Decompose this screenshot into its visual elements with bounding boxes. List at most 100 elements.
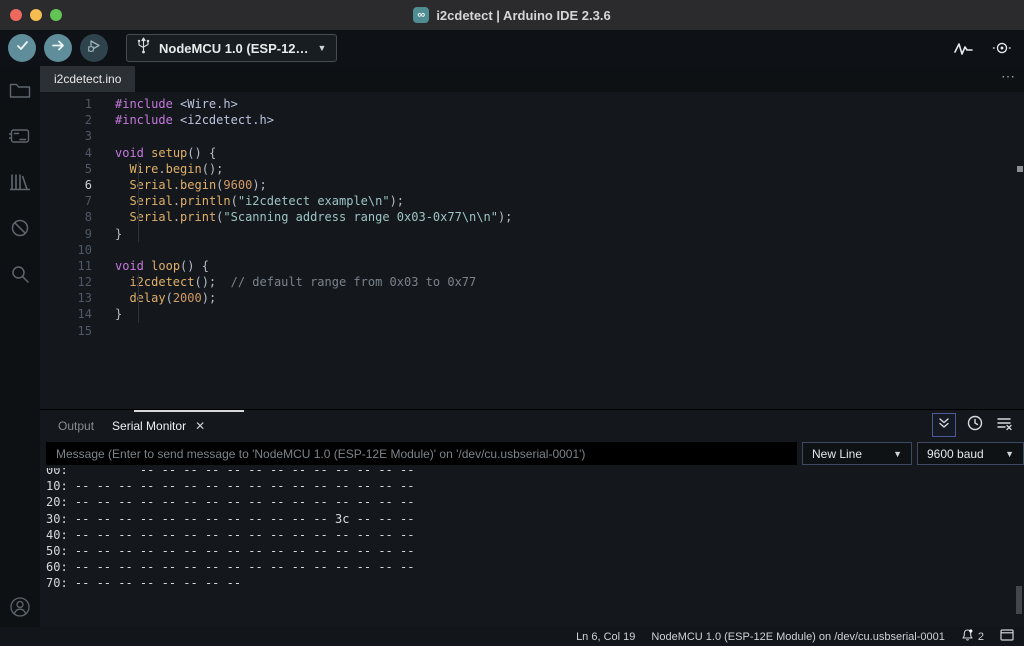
traffic-lights bbox=[10, 9, 62, 21]
upload-button[interactable] bbox=[44, 34, 72, 62]
line-number: 7 bbox=[40, 193, 115, 209]
check-icon bbox=[15, 38, 30, 58]
autoscroll-toggle[interactable] bbox=[932, 413, 956, 437]
serial-message-input[interactable] bbox=[46, 442, 797, 465]
toolbar: NodeMCU 1.0 (ESP-12… ▼ bbox=[0, 30, 1024, 66]
close-icon[interactable]: ✕ bbox=[195, 419, 205, 433]
serial-output-line: 10: -- -- -- -- -- -- -- -- -- -- -- -- … bbox=[46, 478, 1024, 494]
code-line[interactable]: 1#include <Wire.h> bbox=[40, 96, 1024, 112]
line-ending-value: New Line bbox=[812, 447, 862, 461]
indent-guide bbox=[138, 161, 139, 242]
cursor-position[interactable]: Ln 6, Col 19 bbox=[576, 631, 635, 643]
code-editor[interactable]: 1#include <Wire.h>2#include <i2cdetect.h… bbox=[40, 92, 1024, 409]
debug-button[interactable] bbox=[80, 34, 108, 62]
serial-plotter-button[interactable] bbox=[954, 38, 974, 58]
line-number: 3 bbox=[40, 128, 115, 144]
line-number: 12 bbox=[40, 274, 115, 290]
baud-rate-dropdown[interactable]: 9600 baud ▼ bbox=[917, 442, 1024, 465]
line-number: 10 bbox=[40, 242, 115, 258]
code-line[interactable]: 7 Serial.println("i2cdetect example\n"); bbox=[40, 193, 1024, 209]
serial-output-line: 60: -- -- -- -- -- -- -- -- -- -- -- -- … bbox=[46, 559, 1024, 575]
double-chevron-down-icon bbox=[937, 416, 951, 435]
code-line[interactable]: 12 i2cdetect(); // default range from 0x… bbox=[40, 274, 1024, 290]
serial-monitor-output[interactable]: 00: -- -- -- -- -- -- -- -- -- -- -- -- … bbox=[40, 468, 1024, 627]
notification-count: 2 bbox=[978, 631, 984, 643]
verify-button[interactable] bbox=[8, 34, 36, 62]
zoom-window-button[interactable] bbox=[50, 9, 62, 21]
search-icon[interactable] bbox=[8, 262, 32, 286]
titlebar: ∞ i2cdetect | Arduino IDE 2.3.6 bbox=[0, 0, 1024, 30]
bell-icon bbox=[961, 628, 974, 646]
baud-rate-value: 9600 baud bbox=[927, 447, 984, 461]
serial-monitor-tab-label: Serial Monitor bbox=[112, 419, 186, 433]
code-line[interactable]: 9} bbox=[40, 226, 1024, 242]
arduino-app-icon: ∞ bbox=[413, 7, 429, 23]
clock-icon bbox=[967, 415, 983, 436]
minimize-window-button[interactable] bbox=[30, 9, 42, 21]
window-title: i2cdetect | Arduino IDE 2.3.6 bbox=[436, 8, 610, 23]
boards-manager-icon[interactable] bbox=[8, 124, 32, 148]
chevron-down-icon: ▼ bbox=[1005, 449, 1014, 459]
serial-output-scrollbar[interactable] bbox=[1016, 586, 1022, 614]
line-number: 2 bbox=[40, 112, 115, 128]
code-line[interactable]: 15 bbox=[40, 323, 1024, 339]
code-line[interactable]: 10 bbox=[40, 242, 1024, 258]
timestamp-toggle[interactable] bbox=[965, 415, 985, 435]
line-ending-dropdown[interactable]: New Line ▼ bbox=[802, 442, 912, 465]
bottom-panel: Output Serial Monitor ✕ bbox=[40, 409, 1024, 627]
code-line[interactable]: 2#include <i2cdetect.h> bbox=[40, 112, 1024, 128]
serial-monitor-controls: New Line ▼ 9600 baud ▼ bbox=[40, 442, 1024, 468]
serial-output-line: 70: -- -- -- -- -- -- -- -- bbox=[46, 575, 1024, 591]
serial-monitor-button[interactable] bbox=[992, 38, 1012, 58]
clear-output-icon bbox=[996, 415, 1012, 436]
panel-tabbar: Output Serial Monitor ✕ bbox=[40, 410, 1024, 442]
debug-icon bbox=[86, 38, 102, 59]
notifications[interactable]: 2 bbox=[961, 628, 984, 646]
code-line[interactable]: 3 bbox=[40, 128, 1024, 144]
close-window-button[interactable] bbox=[10, 9, 22, 21]
board-selector-label: NodeMCU 1.0 (ESP-12… bbox=[159, 41, 309, 56]
editor-tabbar: i2cdetect.ino ⋯ bbox=[40, 66, 1024, 92]
tab-serial-monitor[interactable]: Serial Monitor ✕ bbox=[112, 419, 205, 433]
active-tab-indicator bbox=[134, 410, 244, 412]
serial-output-line: 40: -- -- -- -- -- -- -- -- -- -- -- -- … bbox=[46, 527, 1024, 543]
line-number: 5 bbox=[40, 161, 115, 177]
editor-scrollbar[interactable] bbox=[1017, 166, 1023, 172]
tab-options-icon[interactable]: ⋯ bbox=[1001, 68, 1016, 85]
code-line[interactable]: 14} bbox=[40, 306, 1024, 322]
board-port-status[interactable]: NodeMCU 1.0 (ESP-12E Module) on /dev/cu.… bbox=[651, 631, 944, 643]
code-line[interactable]: 11void loop() { bbox=[40, 258, 1024, 274]
serial-output-line: 20: -- -- -- -- -- -- -- -- -- -- -- -- … bbox=[46, 494, 1024, 510]
library-manager-icon[interactable] bbox=[8, 170, 32, 194]
toggle-panel-icon[interactable] bbox=[1000, 628, 1014, 646]
serial-output-line: 00: -- -- -- -- -- -- -- -- -- -- -- -- … bbox=[46, 468, 1024, 478]
code-line[interactable]: 5 Wire.begin(); bbox=[40, 161, 1024, 177]
code-line[interactable]: 4void setup() { bbox=[40, 145, 1024, 161]
chevron-down-icon: ▼ bbox=[318, 43, 327, 53]
code-line[interactable]: 8 Serial.print("Scanning address range 0… bbox=[40, 209, 1024, 225]
sketchbook-folder-icon[interactable] bbox=[8, 78, 32, 102]
activity-sidebar bbox=[0, 66, 40, 627]
indent-guide bbox=[138, 274, 139, 323]
tab-i2cdetect-ino[interactable]: i2cdetect.ino bbox=[40, 66, 135, 92]
line-number: 8 bbox=[40, 209, 115, 225]
serial-output-line: 30: -- -- -- -- -- -- -- -- -- -- -- -- … bbox=[46, 511, 1024, 527]
chevron-down-icon: ▼ bbox=[893, 449, 902, 459]
account-icon[interactable] bbox=[8, 595, 32, 619]
clear-output-button[interactable] bbox=[994, 415, 1014, 435]
line-number: 1 bbox=[40, 96, 115, 112]
line-number: 4 bbox=[40, 145, 115, 161]
statusbar: Ln 6, Col 19 NodeMCU 1.0 (ESP-12E Module… bbox=[0, 627, 1024, 646]
arduino-ide-window: ∞ i2cdetect | Arduino IDE 2.3.6 NodeMCU … bbox=[0, 0, 1024, 646]
line-number: 6 bbox=[40, 177, 115, 193]
debug-sidebar-icon[interactable] bbox=[8, 216, 32, 240]
arrow-right-icon bbox=[51, 38, 66, 58]
board-selector-dropdown[interactable]: NodeMCU 1.0 (ESP-12… ▼ bbox=[126, 34, 337, 62]
code-line[interactable]: 6 Serial.begin(9600); bbox=[40, 177, 1024, 193]
code-line[interactable]: 13 delay(2000); bbox=[40, 290, 1024, 306]
usb-icon bbox=[137, 37, 150, 59]
serial-output-line: 50: -- -- -- -- -- -- -- -- -- -- -- -- … bbox=[46, 543, 1024, 559]
line-number: 13 bbox=[40, 290, 115, 306]
line-number: 9 bbox=[40, 226, 115, 242]
tab-output[interactable]: Output bbox=[58, 419, 94, 433]
